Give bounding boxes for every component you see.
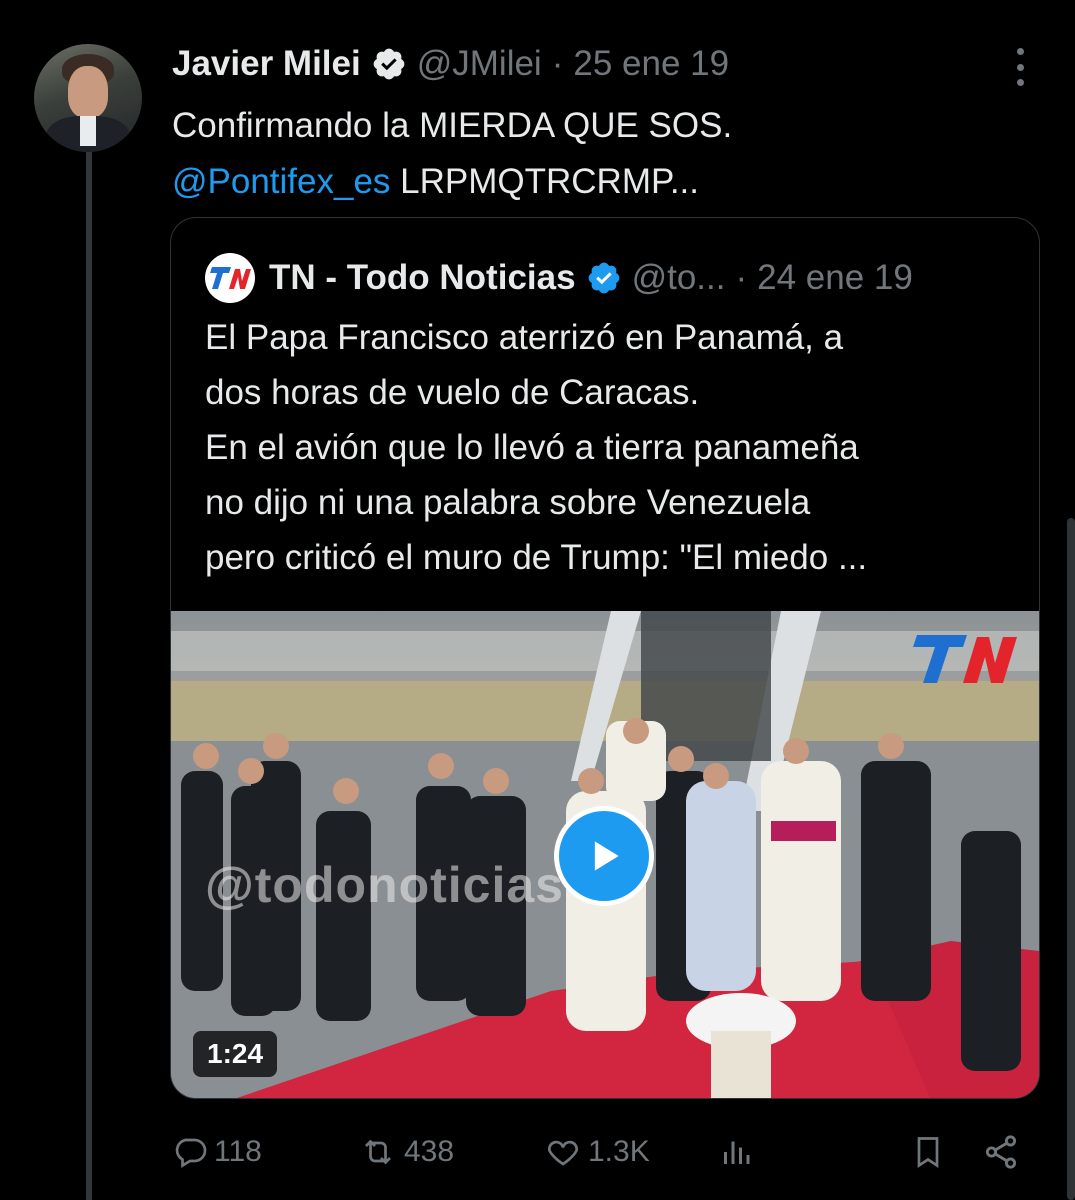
tweet-text-rest: LRPMQTRCRMP... <box>390 162 699 201</box>
tweet-text-line2: @Pontifex_es LRPMQTRCRMP... <box>172 154 1032 210</box>
like-icon <box>548 1140 578 1166</box>
author-handle[interactable]: @JMilei <box>417 44 542 84</box>
author-avatar[interactable] <box>34 44 142 152</box>
verified-badge-icon <box>371 46 407 82</box>
quote-header-separator: · <box>735 258 748 297</box>
quote-text-line: dos horas de vuelo de Caracas. <box>205 373 700 412</box>
quote-text-line: pero criticó el muro de Trump: "El miedo… <box>205 538 868 577</box>
quote-text-line: El Papa Francisco aterrizó en Panamá, a <box>205 318 844 357</box>
tn-logo-icon[interactable] <box>205 253 255 303</box>
reply-count: 118 <box>214 1135 262 1168</box>
tweet-text-line1: Confirmando la MIERDA QUE SOS. <box>172 106 733 145</box>
quote-text-line: no dijo ni una palabra sobre Venezuela <box>205 483 811 522</box>
avatar-shirt <box>80 116 96 146</box>
video-duration-badge: 1:24 <box>193 1031 278 1077</box>
avatar-face <box>68 66 108 118</box>
repost-button[interactable]: 438 <box>358 1130 454 1174</box>
quote-author-handle[interactable]: @to... <box>632 258 726 298</box>
reply-icon <box>175 1138 207 1168</box>
share-icon <box>985 1135 1017 1169</box>
like-button[interactable]: 1.3K <box>544 1130 650 1174</box>
like-count: 1.3K <box>588 1135 650 1168</box>
header-separator: · <box>551 44 564 83</box>
reply-button[interactable]: 118 <box>172 1130 262 1174</box>
tweet-text: Confirmando la MIERDA QUE SOS. @Pontifex… <box>172 98 1032 210</box>
video-thumbnail[interactable]: @todonoticias 1:24 <box>171 611 1039 1098</box>
views-icon <box>724 1141 750 1164</box>
play-icon <box>594 841 619 871</box>
thread-connector-line <box>86 150 92 1200</box>
tweet-actions-bar: 118 438 1.3K <box>172 1130 1032 1174</box>
tweet-header: Javier Milei @JMilei · 25 ene 19 <box>172 40 729 88</box>
quote-verified-badge-icon <box>586 260 622 296</box>
views-button[interactable] <box>718 1130 760 1174</box>
quote-text: El Papa Francisco aterrizó en Panamá, a … <box>205 310 1005 585</box>
quote-text-line: En el avión que lo llevó a tierra paname… <box>205 428 859 467</box>
repost-count: 438 <box>404 1135 455 1168</box>
author-name[interactable]: Javier Milei <box>172 44 361 84</box>
share-button[interactable] <box>982 1130 1026 1174</box>
quoted-tweet-card[interactable]: TN - Todo Noticias @to... · 24 ene 19 El… <box>170 217 1040 1099</box>
quote-author-name[interactable]: TN - Todo Noticias <box>269 258 576 298</box>
play-button[interactable] <box>554 806 654 906</box>
tweet-date[interactable]: 25 ene 19 <box>573 44 729 84</box>
repost-icon <box>365 1139 391 1165</box>
scrollbar[interactable] <box>1067 518 1075 1200</box>
mention-link[interactable]: @Pontifex_es <box>172 162 390 201</box>
quote-header: TN - Todo Noticias @to... · 24 ene 19 <box>205 253 913 303</box>
bookmark-button[interactable] <box>910 1130 952 1174</box>
video-watermark: @todonoticias <box>205 857 564 913</box>
more-icon[interactable] <box>1010 48 1030 86</box>
bookmark-icon <box>917 1137 939 1169</box>
quote-date[interactable]: 24 ene 19 <box>757 258 913 298</box>
tn-brand-mark-icon <box>911 629 1021 689</box>
